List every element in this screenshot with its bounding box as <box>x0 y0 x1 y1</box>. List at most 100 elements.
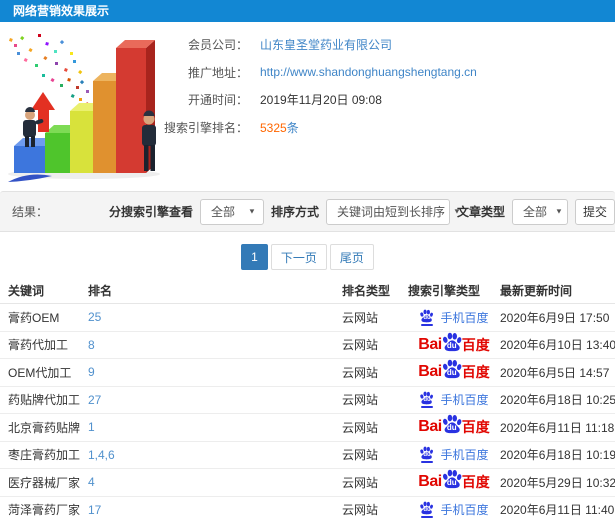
table-row: 北京膏药贴牌 1 云网站 du 手机百度 Baidu百度 2020年6月11日 … <box>0 414 615 442</box>
promo-url-label: 推广地址： <box>187 65 248 80</box>
update-time-cell: 2020年6月18日 10:25 <box>500 393 615 408</box>
sort-select[interactable]: 关键词由短到长排序 ▼ <box>325 198 461 225</box>
rank-link[interactable]: 8 <box>88 338 95 352</box>
result-label: 结果： <box>12 205 49 219</box>
col-engine-type: 搜索引擎类型 <box>408 284 481 298</box>
mobile-baidu-label: 手机百度 <box>440 448 489 463</box>
baidu-paw-icon: du <box>419 446 434 464</box>
baidu-logo: Bai du 百度 <box>418 414 490 440</box>
engine-cell: du 手机百度 Baidu百度 <box>408 359 500 385</box>
engine-cell: du 手机百度 Baidu百度 <box>408 309 500 326</box>
rank-link[interactable]: 27 <box>88 393 101 407</box>
table-row: 医疗器械厂家 4 云网站 du 手机百度 Baidu百度 2020年5月29日 … <box>0 469 615 497</box>
info-panel: 会员公司： 山东皇圣堂药业有限公司 推广地址： http://www.shand… <box>128 31 528 141</box>
keyword-cell: 医疗器械厂家 <box>8 475 81 490</box>
engine-filter-select[interactable]: 全部 ▼ <box>199 198 264 225</box>
chevron-down-icon: ▼ <box>555 207 563 216</box>
rank-type-cell: 云网站 <box>342 393 379 408</box>
table-header-row: 关键词 排名 排名类型 搜索引擎类型 最新更新时间 <box>0 278 615 304</box>
table-row: 药贴牌代加工 27 云网站 du 手机百度 Baidu百度 2020年6月18日… <box>0 387 615 414</box>
table-row: 枣庄膏药加工 1,4,6 云网站 du 手机百度 Baidu百度 2020年6月… <box>0 442 615 469</box>
col-update-time: 最新更新时间 <box>500 284 573 298</box>
results-table: 关键词 排名 排名类型 搜索引擎类型 最新更新时间 膏药OEM 25 云网站 d… <box>0 278 615 520</box>
baidu-logo: Bai du 百度 <box>418 359 490 385</box>
keyword-cell: 膏药代加工 <box>8 338 69 353</box>
col-rank: 排名 <box>88 284 113 298</box>
table-row: 菏泽膏药厂家 17 云网站 du 手机百度 Baidu百度 2020年6月11日… <box>0 497 615 520</box>
rank-link[interactable]: 17 <box>88 503 101 517</box>
engine-rank-count: 5325 <box>260 120 287 135</box>
member-company-link[interactable]: 山东皇圣堂药业有限公司 <box>260 38 392 52</box>
engine-rank-label: 搜索引擎排名： <box>163 120 248 135</box>
sort-label: 排序方式 <box>270 205 319 219</box>
submit-button[interactable]: 提交 <box>575 198 615 225</box>
open-time-row: 开通时间： 2019年11月20日 09:08 <box>128 86 528 113</box>
rank-link[interactable]: 1 <box>88 420 95 434</box>
title-bar: 网络营销效果展示 <box>0 0 615 22</box>
col-rank-type: 排名类型 <box>342 284 391 298</box>
engine-filter-label: 分搜索引擎查看 <box>108 205 193 219</box>
engine-rank-row: 搜索引擎排名： 5325条 <box>128 114 528 141</box>
update-time-cell: 2020年6月5日 14:57 <box>500 365 610 380</box>
table-row: 膏药OEM 25 云网站 du 手机百度 Baidu百度 2020年6月9日 1… <box>0 304 615 332</box>
rank-type-cell: 云网站 <box>342 503 379 518</box>
promo-url-row: 推广地址： http://www.shandonghuangshengtang.… <box>128 59 528 86</box>
table-row: 膏药代加工 8 云网站 du 手机百度 Baidu百度 2020年6月10日 1… <box>0 332 615 359</box>
rank-link[interactable]: 9 <box>88 365 95 379</box>
rank-link[interactable]: 4 <box>88 475 95 489</box>
pagination: 1 下一页 尾页 <box>0 244 615 270</box>
baidu-paw-icon: du <box>441 469 463 489</box>
keyword-cell: OEM代加工 <box>8 365 72 380</box>
baidu-paw-icon: du <box>419 501 434 519</box>
col-keyword: 关键词 <box>8 284 45 298</box>
engine-cell: du 手机百度 Baidu百度 <box>408 332 500 358</box>
mobile-baidu-label: 手机百度 <box>440 393 489 408</box>
baidu-logo: Bai du 百度 <box>418 332 490 358</box>
update-time-cell: 2020年5月29日 10:32 <box>500 475 615 490</box>
mobile-baidu-logo: du 手机百度 <box>419 309 489 326</box>
rank-link[interactable]: 1,4,6 <box>88 448 115 462</box>
update-time-cell: 2020年6月10日 13:40 <box>500 338 615 353</box>
page-title: 网络营销效果展示 <box>13 4 110 18</box>
chevron-down-icon: ▼ <box>248 207 256 216</box>
engine-cell: du 手机百度 Baidu百度 <box>408 469 500 495</box>
rank-type-cell: 云网站 <box>342 420 379 435</box>
baidu-paw-icon: du <box>441 332 463 352</box>
keyword-cell: 药贴牌代加工 <box>8 393 81 408</box>
mobile-baidu-logo: du 手机百度 <box>419 501 489 519</box>
open-time-label: 开通时间： <box>187 93 248 107</box>
keyword-cell: 膏药OEM <box>8 310 60 325</box>
baidu-paw-icon: du <box>419 391 434 409</box>
chevron-down-icon: ▼ <box>453 207 461 216</box>
update-time-cell: 2020年6月11日 11:18 <box>500 420 615 435</box>
baidu-paw-icon: du <box>441 414 463 434</box>
keyword-cell: 北京膏药贴牌 <box>8 420 81 435</box>
keyword-cell: 枣庄膏药加工 <box>8 448 81 463</box>
update-time-cell: 2020年6月11日 11:40 <box>500 503 615 518</box>
rank-type-cell: 云网站 <box>342 448 379 463</box>
article-type-select[interactable]: 全部 ▼ <box>512 198 568 225</box>
filter-controls: 分搜索引擎查看 全部 ▼ 排序方式 关键词由短到长排序 ▼ 文章类型 全部 ▼ … <box>108 198 615 225</box>
baidu-logo: Bai du 百度 <box>418 469 490 495</box>
engine-cell: du 手机百度 Baidu百度 <box>408 446 500 464</box>
next-page-button[interactable]: 下一页 <box>270 244 327 270</box>
update-time-cell: 2020年6月9日 17:50 <box>500 310 610 325</box>
rank-type-cell: 云网站 <box>342 310 379 325</box>
mobile-baidu-logo: du 手机百度 <box>419 391 489 409</box>
update-time-cell: 2020年6月18日 10:19 <box>500 448 615 463</box>
confetti-decoration <box>8 34 95 111</box>
engine-cell: du 手机百度 Baidu百度 <box>408 391 500 409</box>
promo-url-link[interactable]: http://www.shandonghuangshengtang.cn <box>260 65 477 79</box>
baidu-paw-icon: du <box>441 359 463 379</box>
rank-link[interactable]: 25 <box>88 310 101 324</box>
last-page-button[interactable]: 尾页 <box>329 244 374 270</box>
baidu-paw-icon: du <box>419 309 434 326</box>
page-1-button[interactable]: 1 <box>241 244 268 270</box>
member-company-row: 会员公司： 山东皇圣堂药业有限公司 <box>128 31 528 58</box>
filter-bar: 结果： 分搜索引擎查看 全部 ▼ 排序方式 关键词由短到长排序 ▼ 文章类型 全… <box>0 191 615 232</box>
engine-cell: du 手机百度 Baidu百度 <box>408 501 500 519</box>
rank-type-cell: 云网站 <box>342 338 379 353</box>
keyword-cell: 菏泽膏药厂家 <box>8 503 81 518</box>
page: 网络营销效果展示 会员公司： 山东皇圣堂药业有限公司 推广地址： http://… <box>0 0 615 520</box>
engine-cell: du 手机百度 Baidu百度 <box>408 414 500 440</box>
